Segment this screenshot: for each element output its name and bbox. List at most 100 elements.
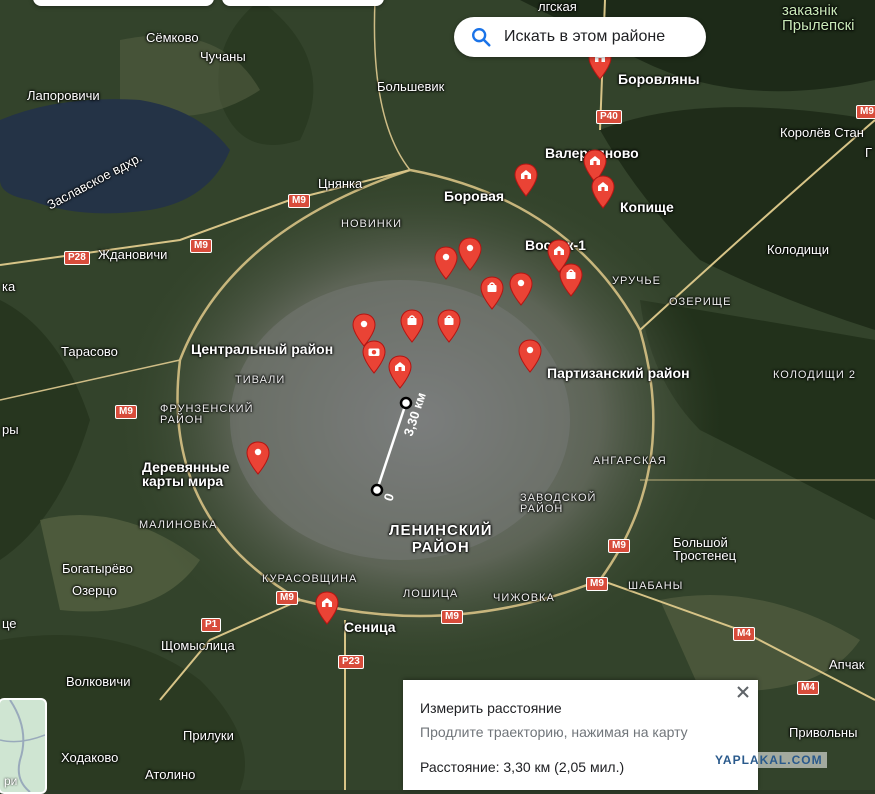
top-chip-left[interactable] [33,0,214,6]
map-marker-pin[interactable] [246,441,270,475]
place-label-ozertso[interactable]: Озерцо [72,584,117,597]
map-marker-bag[interactable] [559,263,583,297]
road-shield: P28 [64,251,90,265]
place-label-fr_ka[interactable]: ка [2,280,15,293]
measure-startpoint[interactable] [370,483,384,497]
road-shield: P23 [338,655,364,669]
place-label-khodak[interactable]: Ходаково [61,751,118,764]
place-label-borovaya[interactable]: Боровая [444,189,504,203]
layers-label: ри [4,774,18,788]
measure-hint: Продлите траекторию, нажимая на карту [420,724,688,740]
map-marker-bag[interactable] [480,276,504,310]
map-marker-bag[interactable] [437,309,461,343]
place-label-partiz[interactable]: Партизанский район [547,366,690,380]
shop-marker-icon [514,163,538,197]
measure-distance-panel: Измерить расстояние Продлите траекторию,… [403,680,758,790]
road-shield: M9 [856,105,875,119]
place-label-kuras[interactable]: КУРАСОВЩИНА [262,574,357,585]
place-label-privol[interactable]: Привольны [789,726,857,739]
bag-marker-icon [400,309,424,343]
place-label-kopishche[interactable]: Копище [620,200,674,214]
place-label-priluki[interactable]: Прилуки [183,729,234,742]
road-shield: M4 [797,681,819,695]
camera-marker-icon [362,340,386,374]
place-label-apchak[interactable]: Апчак [829,658,864,671]
close-icon[interactable] [736,685,750,699]
measure-title: Измерить расстояние [420,700,562,716]
shop-marker-icon [315,591,339,625]
road-shield: M9 [441,610,463,624]
map-marker-shop[interactable] [591,175,615,209]
place-label-uruchye[interactable]: УРУЧЬЕ [612,276,661,287]
top-chip-right[interactable] [222,0,384,6]
place-label-fr_lskaya[interactable]: лгская [538,0,577,13]
place-label-lenin[interactable]: ЛЕНИНСКИЙ РАЙОН [389,522,493,556]
pin-marker-icon [458,237,482,271]
map-marker-camera[interactable] [362,340,386,374]
pin-marker-icon [509,272,533,306]
place-label-fr_tse[interactable]: це [2,617,17,630]
place-label-malin[interactable]: МАЛИНОВКА [139,520,217,531]
place-label-tivali[interactable]: ТИВАЛИ [235,375,285,386]
pin-marker-icon [246,441,270,475]
road-shield: M4 [733,627,755,641]
map-marker-shop[interactable] [514,163,538,197]
place-label-zhdan[interactable]: Ждановичи [98,248,167,261]
place-label-novinki[interactable]: НОВИНКИ [341,219,402,230]
map-canvas[interactable]: 0 3,30 км Сёмково Чучаны Лапоровичи Большев… [0,0,875,790]
place-label-tarasovo[interactable]: Тарасово [61,345,118,358]
bag-marker-icon [437,309,461,343]
pin-marker-icon [434,246,458,280]
map-marker-pin[interactable] [458,237,482,271]
road-shield: M9 [276,591,298,605]
map-marker-shop[interactable] [388,355,412,389]
pin-marker-icon [518,339,542,373]
place-label-bolshevik[interactable]: Большевик [377,80,444,93]
place-label-shchom[interactable]: Щомыслица [161,639,235,652]
place-label-chuchany[interactable]: Чучаны [200,50,246,63]
place-label-lapor[interactable]: Лапоровичи [27,89,100,102]
place-label-chizh[interactable]: ЧИЖОВКА [493,593,555,604]
place-label-zavod[interactable]: ЗАВОДСКОЙ РАЙОН [520,493,596,515]
search-this-area-button[interactable]: Искать в этом районе [454,17,706,57]
road-shield: M9 [115,405,137,419]
place-label-tsentr[interactable]: Центральный район [191,342,333,356]
place-label-sen[interactable]: Сеница [344,620,396,634]
measure-distance-value: Расстояние: 3,30 км (2,05 мил.) [420,759,625,775]
place-label-shabany[interactable]: ШАБАНЫ [628,581,683,592]
search-this-area-label: Искать в этом районе [504,28,666,45]
road-shield: M9 [190,239,212,253]
place-label-atolino[interactable]: Атолино [145,768,195,781]
bag-marker-icon [559,263,583,297]
shop-marker-icon [388,355,412,389]
map-marker-pin[interactable] [518,339,542,373]
place-label-semkovo[interactable]: Сёмково [146,31,199,44]
place-label-zakaz[interactable]: заказнік Прылепскі [782,3,855,33]
place-label-fr_r[interactable]: Г [865,146,872,159]
bag-marker-icon [480,276,504,310]
place-label-frunz[interactable]: ФРУНЗЕНСКИЙ РАЙОН [160,404,253,426]
map-marker-shop[interactable] [315,591,339,625]
map-marker-pin[interactable] [434,246,458,280]
place-label-kolod[interactable]: Колодищи [767,243,829,256]
place-label-volk[interactable]: Волковичи [66,675,130,688]
map-marker-bag[interactable] [400,309,424,343]
place-label-korolev[interactable]: Королёв Стан [780,126,864,139]
place-label-tsnyanka[interactable]: Цнянка [318,177,362,190]
satellite-imagery: 0 3,30 км [0,0,875,790]
place-label-derev[interactable]: Деревянные карты мира [142,460,230,488]
road-shield: M9 [288,194,310,208]
place-label-angar[interactable]: АНГАРСКАЯ [593,456,667,467]
map-marker-pin[interactable] [509,272,533,306]
place-label-kolod2[interactable]: КОЛОДИЩИ 2 [773,370,856,381]
place-label-bogat[interactable]: Богатырёво [62,562,133,575]
road-shield: M9 [608,539,630,553]
road-shield: M9 [586,577,608,591]
place-label-borovl[interactable]: Боровляны [618,72,700,86]
place-label-loshitsa[interactable]: ЛОШИЦА [403,589,458,600]
place-label-fr_ry[interactable]: ры [2,423,19,436]
place-label-btrost[interactable]: Большой Тростенец [673,536,736,562]
road-shield: P40 [596,110,622,124]
layers-toggle[interactable]: ри [0,698,47,794]
place-label-ozer[interactable]: ОЗЕРИЩЕ [669,297,731,308]
